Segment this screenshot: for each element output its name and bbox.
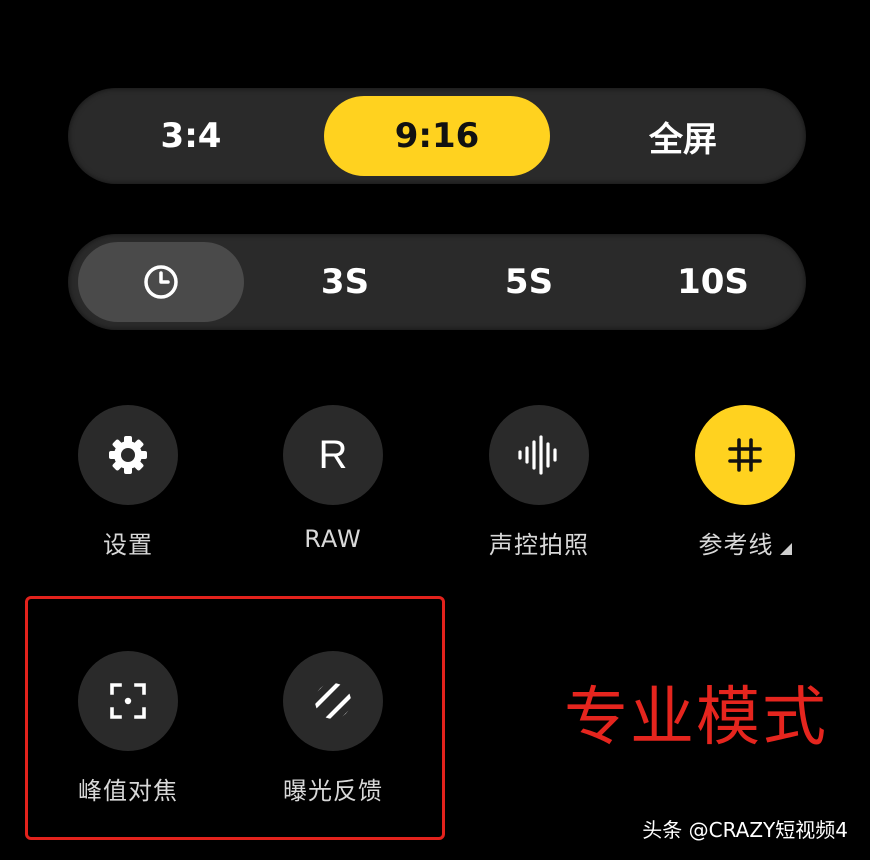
voice-capture-tool: 声控拍照 (459, 405, 619, 560)
aspect-ratio-9-16-option[interactable]: 9:16 (324, 96, 550, 176)
expand-corner-icon[interactable] (779, 543, 792, 555)
gridlines-label-row: 参考线 (665, 525, 825, 560)
timer-5s-option[interactable]: 5S (446, 242, 612, 322)
aspect-ratio-fullscreen-option[interactable]: 全屏 (570, 96, 796, 176)
aspect-ratio-selector: 3:4 9:16 全屏 (68, 88, 806, 184)
gridlines-label: 参考线 (698, 531, 774, 559)
timer-3s-option[interactable]: 3S (262, 242, 428, 322)
raw-letter-icon: R (318, 432, 348, 477)
voice-capture-label: 声控拍照 (489, 531, 589, 559)
sound-wave-icon (518, 435, 557, 475)
grid-icon (728, 438, 762, 472)
pro-mode-highlight-box (25, 596, 445, 840)
watermark: 头条 @CRAZY短视频4 (642, 818, 848, 842)
settings-button[interactable] (78, 405, 178, 505)
timer-10s-option[interactable]: 10S (630, 242, 796, 322)
settings-tool: 设置 (48, 405, 208, 560)
gridlines-tool: 参考线 (665, 405, 825, 560)
settings-label: 设置 (103, 531, 153, 559)
timer-icon (144, 265, 178, 299)
raw-tool: R RAW (253, 405, 413, 553)
voice-capture-button[interactable] (489, 405, 589, 505)
timer-selector: 3S 5S 10S (68, 234, 806, 330)
raw-button[interactable]: R (283, 405, 383, 505)
timer-off-option[interactable] (78, 242, 244, 322)
pro-mode-annotation: 专业模式 (564, 681, 828, 755)
raw-label: RAW (304, 525, 362, 553)
aspect-ratio-3-4-option[interactable]: 3:4 (78, 96, 304, 176)
gear-icon (109, 436, 147, 474)
gridlines-button[interactable] (695, 405, 795, 505)
